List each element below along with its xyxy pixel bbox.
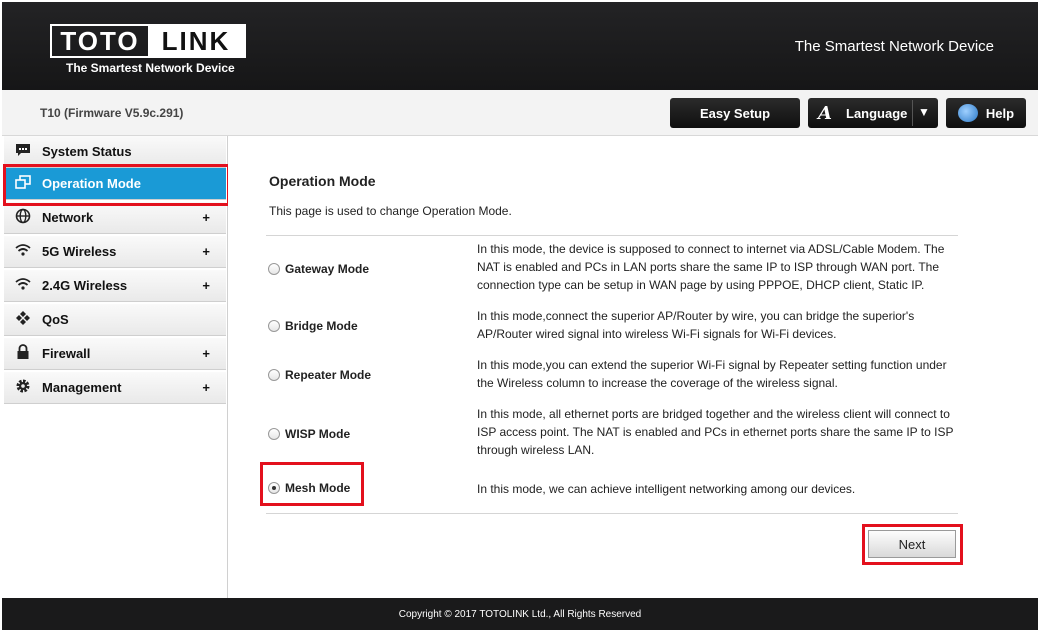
radio-button[interactable]: [268, 428, 280, 440]
sidebar-item-24g-wireless[interactable]: 2.4G Wireless +: [4, 270, 226, 302]
expand-plus-icon[interactable]: +: [202, 244, 210, 259]
sidebar-item-label: 2.4G Wireless: [42, 278, 128, 293]
divider-bottom: [266, 513, 958, 514]
mode-row-repeater: Repeater Mode In this mode,you can exten…: [266, 356, 958, 396]
desc-line: through wireless LAN.: [477, 443, 595, 457]
mode-row-gateway: Gateway Mode In this mode, the device is…: [266, 240, 958, 298]
desc-line: In this mode, we can achieve intelligent…: [477, 482, 856, 496]
expand-plus-icon[interactable]: +: [202, 278, 210, 293]
arrows-icon: [14, 310, 32, 329]
sidebar-item-network[interactable]: Network +: [4, 202, 226, 234]
desc-line: AP/Router wired signal into wireless Wi-…: [477, 327, 837, 341]
expand-plus-icon[interactable]: +: [202, 346, 210, 361]
desc-line: the Wireless column to increase the cove…: [477, 376, 838, 390]
firmware-version: T10 (Firmware V5.9c.291): [40, 106, 184, 120]
sidebar-item-label: Network: [42, 210, 94, 225]
logo-text-left: TOTO: [60, 25, 140, 56]
language-icon: A: [818, 102, 832, 124]
sidebar-item-5g-wireless[interactable]: 5G Wireless +: [4, 236, 226, 268]
help-button[interactable]: Help: [946, 98, 1026, 128]
copyright-text: Copyright © 2017 TOTOLINK Ltd., All Righ…: [398, 608, 642, 620]
repeater-mode-radio[interactable]: Repeater Mode: [268, 368, 371, 382]
sidebar-item-label: QoS: [42, 312, 69, 327]
main-content: Operation Mode This page is used to chan…: [228, 136, 1038, 598]
mode-label: WISP Mode: [285, 427, 351, 441]
wifi-icon: [14, 277, 32, 294]
logo-text-right: LINK: [148, 26, 244, 56]
page-description: This page is used to change Operation Mo…: [269, 204, 512, 218]
mode-description: In this mode, all ethernet ports are bri…: [477, 405, 967, 459]
mode-label: Repeater Mode: [285, 368, 372, 382]
wifi-icon: [14, 243, 32, 260]
desc-line: NAT is enabled and PCs in LAN ports shar…: [477, 260, 940, 274]
chat-bubble-icon: [14, 143, 32, 160]
logo-tagline: The Smartest Network Device: [66, 61, 235, 75]
gateway-mode-radio[interactable]: Gateway Mode: [268, 262, 369, 276]
desc-line: connection type can be setup in WAN page…: [477, 278, 925, 292]
desc-line: In this mode, all ethernet ports are bri…: [477, 407, 950, 421]
help-person-icon: [957, 104, 978, 122]
easy-setup-label: Easy Setup: [699, 105, 771, 121]
sidebar-item-label: Management: [42, 380, 122, 395]
mesh-mode-highlight: [260, 462, 364, 506]
globe-icon: [14, 208, 32, 227]
sidebar-item-label: System Status: [42, 144, 132, 159]
radio-button[interactable]: [268, 369, 280, 381]
footer: Copyright © 2017 TOTOLINK Ltd., All Righ…: [2, 598, 1038, 630]
divider-top: [266, 235, 958, 236]
dropdown-arrow-icon[interactable]: ▼: [918, 105, 930, 119]
easy-setup-button[interactable]: Easy Setup: [670, 98, 800, 128]
gear-icon: [14, 378, 32, 397]
help-label: Help: [985, 105, 1015, 121]
totolink-logo[interactable]: TOTO LINK: [50, 24, 246, 58]
operation-mode-highlight: [3, 164, 230, 206]
language-button[interactable]: A Language ▼: [808, 98, 938, 128]
mode-row-wisp: WISP Mode In this mode, all ethernet por…: [266, 405, 958, 463]
sidebar-item-qos[interactable]: QoS: [4, 304, 226, 336]
page-title: Operation Mode: [269, 173, 376, 189]
desc-line: In this mode,you can extend the superior…: [477, 358, 947, 372]
sidebar-item-management[interactable]: Management +: [4, 372, 226, 404]
mode-description: In this mode, the device is supposed to …: [477, 240, 967, 294]
expand-plus-icon[interactable]: +: [202, 210, 210, 225]
language-label: Language: [846, 105, 908, 121]
mode-description: In this mode, we can achieve intelligent…: [477, 480, 967, 498]
language-separator: [912, 100, 913, 126]
header-bar: TOTO LINK The Smartest Network Device Th…: [2, 2, 1038, 90]
mode-label: Bridge Mode: [285, 319, 358, 333]
radio-button[interactable]: [268, 263, 280, 275]
mode-row-bridge: Bridge Mode In this mode,connect the sup…: [266, 307, 958, 347]
radio-button[interactable]: [268, 320, 280, 332]
mode-row-mesh: Mesh Mode In this mode, we can achieve i…: [266, 480, 958, 500]
mode-description: In this mode,connect the superior AP/Rou…: [477, 307, 967, 343]
bridge-mode-radio[interactable]: Bridge Mode: [268, 319, 358, 333]
wisp-mode-radio[interactable]: WISP Mode: [268, 427, 350, 441]
sidebar-item-firewall[interactable]: Firewall +: [4, 338, 226, 370]
lock-icon: [14, 344, 32, 363]
next-button-highlight: [862, 524, 963, 565]
mode-description: In this mode,you can extend the superior…: [477, 356, 967, 392]
header-slogan: The Smartest Network Device: [794, 38, 994, 55]
toolbar: T10 (Firmware V5.9c.291) Easy Setup A La…: [2, 90, 1038, 136]
desc-line: In this mode,connect the superior AP/Rou…: [477, 309, 915, 323]
sidebar-item-label: Firewall: [42, 346, 91, 361]
desc-line: In this mode, the device is supposed to …: [477, 242, 945, 256]
expand-plus-icon[interactable]: +: [202, 380, 210, 395]
mode-label: Gateway Mode: [285, 262, 370, 276]
desc-line: ISP access point. The NAT is enabled and…: [477, 425, 954, 439]
sidebar-item-label: 5G Wireless: [42, 244, 117, 259]
